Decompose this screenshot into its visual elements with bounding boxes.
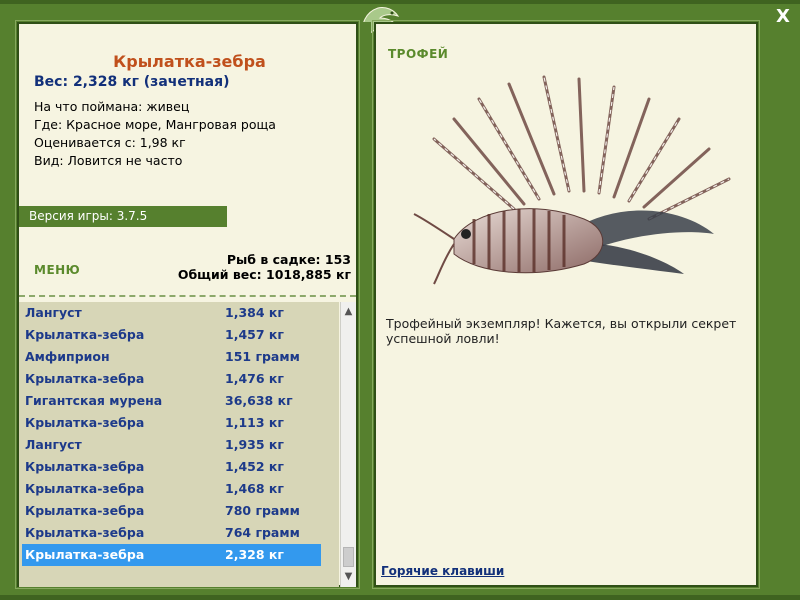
list-item[interactable]: Крылатка-зебра 764 грамм (19, 522, 339, 544)
list-item-weight: 36,638 кг (225, 393, 293, 408)
trophy-description: Трофейный экземпляр! Кажется, вы открыли… (386, 316, 737, 346)
fish-kind: Вид: Ловится не часто (34, 153, 183, 168)
version-bar: Версия игры: 3.7.5 (19, 206, 227, 227)
list-item-name: Крылатка-зебра (25, 327, 145, 342)
scroll-thumb[interactable] (343, 547, 354, 567)
list-item-weight: 780 грамм (225, 503, 300, 518)
right-panel: ТРОФЕЙ Трофейный экземпляр! Кажется, вы … (374, 22, 758, 587)
lionfish-image (413, 75, 731, 285)
list-item-weight: 1,457 кг (225, 327, 284, 342)
close-button[interactable]: X (772, 6, 794, 28)
list-item-weight: 1,476 кг (225, 371, 284, 386)
list-item[interactable]: Крылатка-зебра 1,457 кг (19, 324, 339, 346)
chevron-up-icon[interactable]: ▲ (341, 304, 356, 320)
list-item-weight: 1,113 кг (225, 415, 284, 430)
list-item[interactable]: Крылатка-зебра 1,113 кг (19, 412, 339, 434)
left-panel: Крылатка-зебра Вес: 2,328 кг (зачетная) … (17, 22, 358, 587)
list-item[interactable]: Лангуст 1,935 кг (19, 434, 339, 456)
total-weight: Общий вес: 1018,885 кг (177, 267, 351, 282)
chevron-down-icon[interactable]: ▼ (341, 569, 356, 585)
list-item[interactable]: Крылатка-зебра 1,476 кг (19, 368, 339, 390)
bottom-border (0, 595, 800, 600)
list-item-weight: 151 грамм (225, 349, 300, 364)
fish-weight: Вес: 2,328 кг (зачетная) (34, 74, 230, 90)
list-item-weight: 1,384 кг (225, 305, 284, 320)
fish-info: На что поймана: живец Где: Красное море,… (34, 98, 276, 170)
fish-valued-from: Оценивается с: 1,98 кг (34, 135, 186, 150)
list-item[interactable]: Амфиприон 151 грамм (19, 346, 339, 368)
close-icon: X (776, 6, 790, 27)
list-item-name: Гигантская мурена (25, 393, 163, 408)
hotkeys-link[interactable]: Горячие клавиши (381, 564, 504, 578)
fish-count: Рыб в садке: 153 (226, 252, 351, 267)
list-item[interactable]: Крылатка-зебра 1,468 кг (19, 478, 339, 500)
list-item-weight: 764 грамм (225, 525, 300, 540)
list-item-name: Лангуст (25, 305, 82, 320)
list-item[interactable]: Крылатка-зебра 780 грамм (19, 500, 339, 522)
list-scrollbar[interactable]: ▲ ▼ (340, 302, 356, 587)
panel-divider (361, 22, 371, 587)
dashed-divider (19, 295, 356, 297)
fish-bait: На что поймана: живец (34, 99, 190, 114)
list-item-weight: 1,468 кг (225, 481, 284, 496)
cage-stats: Рыб в садке: 153 Общий вес: 1018,885 кг (178, 252, 351, 282)
list-item-name: Амфиприон (25, 349, 110, 364)
list-item-name: Крылатка-зебра (25, 481, 145, 496)
list-item[interactable]: Крылатка-зебра 2,328 кг (22, 544, 321, 566)
list-item-weight: 1,452 кг (225, 459, 284, 474)
list-item[interactable]: Лангуст 1,384 кг (19, 302, 339, 324)
list-item-name: Крылатка-зебра (25, 547, 145, 562)
list-item-name: Крылатка-зебра (25, 503, 145, 518)
fish-location: Где: Красное море, Мангровая роща (34, 117, 276, 132)
list-item-weight: 2,328 кг (225, 547, 284, 562)
list-item-weight: 1,935 кг (225, 437, 284, 452)
list-item-name: Крылатка-зебра (25, 415, 145, 430)
list-item-name: Крылатка-зебра (25, 525, 145, 540)
fish-title: Крылатка-зебра (113, 52, 266, 71)
list-item-name: Крылатка-зебра (25, 459, 145, 474)
list-item[interactable]: Гигантская мурена 36,638 кг (19, 390, 339, 412)
menu-button[interactable]: МЕНЮ (34, 263, 80, 277)
catch-list[interactable]: Лангуст 1,384 кг Крылатка-зебра 1,457 кг Амф… (19, 302, 339, 587)
list-item-name: Лангуст (25, 437, 82, 452)
list-item-name: Крылатка-зебра (25, 371, 145, 386)
list-item[interactable]: Крылатка-зебра 1,452 кг (19, 456, 339, 478)
